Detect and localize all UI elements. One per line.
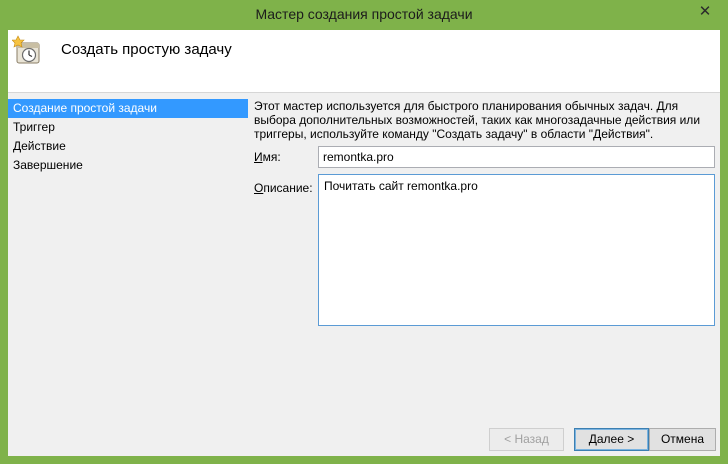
nav-step-finish[interactable]: Завершение: [8, 156, 248, 175]
wizard-steps-nav: Создание простой задачи Триггер Действие…: [8, 99, 248, 175]
description-label-rest: писание:: [263, 181, 313, 195]
name-label-accesskey: И: [254, 150, 263, 164]
nav-step-create-task[interactable]: Создание простой задачи: [8, 99, 248, 118]
wizard-header: Создать простую задачу: [8, 30, 720, 93]
description-label: Описание:: [254, 181, 313, 195]
back-button[interactable]: < Назад: [489, 428, 564, 451]
close-icon: ✕: [698, 2, 712, 20]
next-button[interactable]: Далее >: [574, 428, 649, 451]
title-bar[interactable]: Мастер создания простой задачи ✕: [0, 0, 728, 30]
task-scheduler-clock-icon: [12, 35, 40, 64]
name-field[interactable]: remontka.pro: [318, 146, 715, 168]
close-button[interactable]: ✕: [688, 0, 722, 21]
nav-step-trigger[interactable]: Триггер: [8, 118, 248, 137]
nav-step-action[interactable]: Действие: [8, 137, 248, 156]
description-label-accesskey: О: [254, 181, 264, 195]
intro-text: Этот мастер используется для быстрого пл…: [254, 99, 701, 141]
window-title: Мастер создания простой задачи: [255, 6, 473, 22]
wizard-client-area: Создать простую задачу Создание простой …: [8, 30, 720, 456]
description-field[interactable]: Почитать сайт remontka.pro: [318, 174, 715, 326]
page-title: Создать простую задачу: [61, 41, 232, 58]
name-label-rest: мя:: [262, 150, 281, 164]
wizard-window: Мастер создания простой задачи ✕ Создать…: [0, 0, 728, 464]
cancel-button[interactable]: Отмена: [649, 428, 716, 451]
name-label: Имя:: [254, 150, 281, 164]
